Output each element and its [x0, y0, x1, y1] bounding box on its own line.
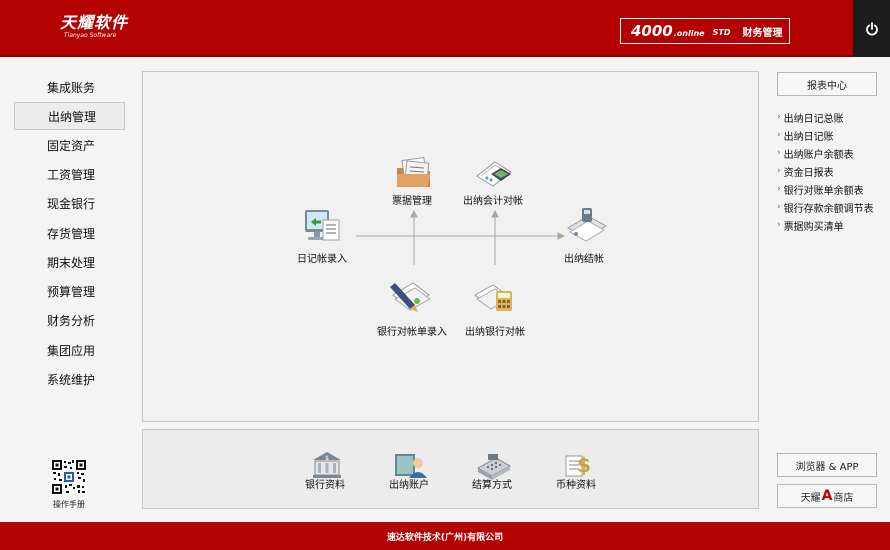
currency-info-button[interactable]: $ 币种资料 [556, 450, 598, 491]
journal-entry-button[interactable]: 日记帐录入 [297, 206, 347, 265]
report-link-label: 出纳日记账 [783, 131, 834, 143]
bank-info-button[interactable]: $ 银行资料 [305, 450, 347, 491]
statement-pen-icon [390, 282, 431, 312]
report-link-label: 出纳账户余额表 [783, 149, 854, 161]
computer-document-icon [305, 210, 340, 241]
footer-bar: 速达软件技术(广州)有限公司 [0, 522, 890, 550]
nav-item-system-maintenance[interactable]: 系统维护 [14, 365, 125, 393]
qr-label: 操作手册 [53, 500, 85, 509]
logo-cn-text: 天耀软件 [60, 13, 129, 32]
bill-management-label: 票据管理 [392, 196, 432, 207]
report-link-label: 银行对账单余额表 [783, 185, 864, 197]
nav-item-period-end[interactable]: 期末处理 [14, 248, 125, 276]
cashier-bank-reconcile-label: 出纳银行对帐 [465, 327, 525, 338]
report-link-bank-reconciliation[interactable]: › 银行存款余额调节表 [777, 198, 874, 216]
product-badge: 4000 .online STD 财务管理 [620, 18, 790, 44]
logo-en-text: Tianyao Software [64, 32, 117, 39]
power-button[interactable] [853, 0, 890, 57]
report-link-bill-purchase-list[interactable]: › 票据购买清单 [777, 216, 874, 234]
cashier-account-label: 出纳账户 [389, 480, 429, 491]
journal-entry-label: 日记帐录入 [297, 254, 347, 265]
product-edition: STD [712, 28, 731, 37]
bill-management-button[interactable]: 票据管理 [392, 156, 434, 207]
chevron-right-icon: › [777, 148, 781, 158]
report-link-label: 银行存款余额调节表 [783, 203, 874, 215]
currency-info-label: 币种资料 [556, 480, 596, 491]
bank-calculator-icon [474, 284, 512, 311]
nav-item-cash-bank[interactable]: 现金银行 [14, 189, 125, 217]
bills-folder-icon [397, 156, 430, 187]
nav-item-payroll[interactable]: 工资管理 [14, 160, 125, 188]
store-a-logo: A [821, 488, 833, 504]
store-suffix: 商店 [833, 492, 854, 504]
power-icon [865, 21, 878, 35]
flow-connectors [356, 209, 566, 265]
cashier-account-button[interactable]: 出纳账户 [389, 450, 431, 491]
nav-item-integrated-accounting[interactable]: 集成账务 [14, 73, 125, 101]
cashier-flow-panel: 日记帐录入 票据管理 出纳会计对帐 出纳结帐 银行对帐单录入 出纳银行对帐 [142, 71, 759, 422]
report-link-label: 票据购买清单 [783, 221, 844, 233]
settlement-method-button[interactable]: 结算方式 [472, 450, 514, 491]
cashier-closing-button[interactable]: 出纳结帐 [564, 206, 608, 265]
base-data-panel: $ 银行资料 出纳账户 结算方式 $ 币种资料 [142, 429, 759, 509]
report-link-cashier-journal[interactable]: › 出纳日记账 [777, 126, 874, 144]
cashier-closing-label: 出纳结帐 [564, 254, 604, 265]
chevron-right-icon: › [777, 166, 781, 176]
top-header: 天耀软件 Tianyao Software 4000 .online STD 财… [0, 0, 890, 57]
report-link-daily-fund-report[interactable]: › 资金日报表 [777, 162, 874, 180]
nav-item-group-application[interactable]: 集团应用 [14, 336, 125, 364]
left-sidebar: 集成账务 出纳管理 固定资产 工资管理 现金银行 存货管理 期末处理 预算管理 … [0, 59, 140, 522]
chevron-right-icon: › [777, 202, 781, 212]
report-link-label: 出纳日记总账 [783, 113, 844, 125]
cashier-accounting-reconcile-label: 出纳会计对帐 [463, 196, 523, 207]
report-link-cashier-account-balance[interactable]: › 出纳账户余额表 [777, 144, 874, 162]
qr-code-icon[interactable] [51, 459, 87, 495]
svg-text:$: $ [577, 453, 591, 477]
settlement-method-label: 结算方式 [472, 480, 512, 491]
closing-ledger-icon [567, 208, 607, 242]
chevron-right-icon: › [777, 130, 781, 140]
calculator-ledger-icon [476, 161, 512, 187]
nav-item-budget[interactable]: 预算管理 [14, 277, 125, 305]
product-online: .online [673, 29, 705, 38]
report-center-button[interactable]: 报表中心 [777, 72, 877, 96]
bank-statement-entry-label: 银行对帐单录入 [377, 327, 447, 338]
nav-item-inventory[interactable]: 存货管理 [14, 219, 125, 247]
browser-app-button[interactable]: 浏览器 & APP [777, 453, 877, 477]
product-name: 财务管理 [742, 27, 783, 39]
cashier-accounting-reconcile-button[interactable]: 出纳会计对帐 [463, 156, 523, 207]
chevron-right-icon: › [777, 220, 781, 230]
chevron-right-icon: › [777, 184, 781, 194]
store-prefix: 天耀 [800, 492, 821, 504]
nav-item-financial-analysis[interactable]: 财务分析 [14, 306, 125, 334]
cashier-bank-reconcile-button[interactable]: 出纳银行对帐 [465, 279, 525, 338]
tianyao-logo: 天耀软件 Tianyao Software [60, 14, 128, 40]
report-list: › 出纳日记总账 › 出纳日记账 › 出纳账户余额表 › 资金日报表 › 银行对账单余额表… [777, 108, 874, 234]
chevron-right-icon: › [777, 112, 781, 122]
nav-item-fixed-assets[interactable]: 固定资产 [14, 131, 125, 159]
report-link-cashier-journal-ledger[interactable]: › 出纳日记总账 [777, 108, 874, 126]
bank-statement-entry-button[interactable]: 银行对帐单录入 [377, 279, 447, 338]
report-link-label: 资金日报表 [783, 167, 834, 179]
footer-company: 速达软件技术(广州)有限公司 [386, 532, 504, 543]
report-link-bank-statement-balance[interactable]: › 银行对账单余额表 [777, 180, 874, 198]
product-number: 4000 [631, 22, 673, 40]
nav-item-cashier-management[interactable]: 出纳管理 [14, 102, 125, 130]
svg-text:$: $ [325, 455, 329, 462]
bank-info-label: 银行资料 [305, 480, 345, 491]
app-store-button[interactable]: 天耀 A 商店 [777, 484, 877, 508]
